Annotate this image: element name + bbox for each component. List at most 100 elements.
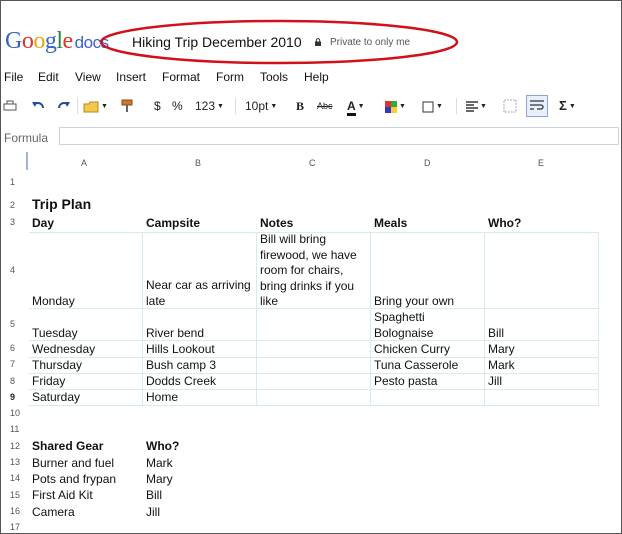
row-header[interactable]: 3 — [10, 217, 15, 227]
merge-cells-icon[interactable] — [503, 99, 517, 113]
row-header[interactable]: 1 — [10, 177, 15, 187]
cell-meals[interactable]: Pesto pasta — [374, 374, 437, 388]
chevron-down-icon: ▼ — [357, 102, 365, 110]
menu-help[interactable]: Help — [304, 70, 329, 84]
row-header-selected[interactable]: 9 — [10, 392, 15, 402]
cell-gear-item[interactable]: Pots and frypan — [32, 472, 116, 486]
cell-who[interactable]: Mary — [488, 342, 515, 356]
cell-campsite[interactable]: Dodds Creek — [146, 374, 216, 388]
currency-format-button[interactable]: $ — [154, 97, 161, 115]
cell-gear-who[interactable]: Bill — [146, 488, 162, 502]
row-header[interactable]: 13 — [10, 457, 20, 467]
gridline — [29, 389, 599, 390]
paint-format-button[interactable]: ▼ — [83, 97, 108, 115]
cell-day[interactable]: Thursday — [32, 358, 82, 372]
bold-button[interactable]: B — [296, 97, 304, 115]
cell-meals[interactable]: Tuna Casserole — [374, 358, 458, 372]
header-gear-who[interactable]: Who? — [146, 439, 179, 453]
logo-letter: G — [5, 28, 22, 54]
header-who[interactable]: Who? — [488, 216, 521, 230]
font-size-dropdown[interactable]: 10pt ▼ — [245, 97, 277, 115]
menu-file[interactable]: File — [4, 70, 23, 84]
column-header-e[interactable]: E — [538, 158, 544, 168]
cell-day[interactable]: Friday — [32, 374, 65, 388]
cell-gear-item[interactable]: First Aid Kit — [32, 488, 93, 502]
cell-meals[interactable]: Bring your own — [374, 294, 454, 308]
cell-notes[interactable]: Bill will bring firewood, we have room f… — [260, 232, 368, 310]
row-header[interactable]: 14 — [10, 473, 20, 483]
column-header-c[interactable]: C — [309, 158, 316, 168]
cell-gear-who[interactable]: Mark — [146, 456, 173, 470]
header-campsite[interactable]: Campsite — [146, 216, 200, 230]
cell-day[interactable]: Monday — [32, 294, 75, 308]
row-header[interactable]: 11 — [10, 424, 19, 434]
redo-icon[interactable] — [57, 100, 71, 112]
text-color-dropdown[interactable]: A ▼ — [347, 97, 365, 116]
cell-gear-who[interactable]: Mary — [146, 472, 173, 486]
cell-meals[interactable]: Chicken Curry — [374, 342, 450, 356]
cell-campsite[interactable]: Hills Lookout — [146, 342, 215, 356]
wrap-text-button[interactable] — [526, 95, 548, 117]
functions-dropdown[interactable]: Σ ▼ — [559, 97, 576, 115]
row-header[interactable]: 8 — [10, 376, 15, 386]
row-header[interactable]: 7 — [10, 359, 15, 369]
percent-format-button[interactable]: % — [172, 97, 183, 115]
cell-campsite[interactable]: Home — [146, 390, 178, 404]
highlight-annotation — [99, 19, 459, 65]
toolbar-separator — [77, 98, 78, 114]
paint-roller-icon[interactable] — [119, 98, 135, 114]
column-header-d[interactable]: D — [424, 158, 431, 168]
align-dropdown[interactable]: ▼ — [466, 97, 487, 115]
row-header[interactable]: 6 — [10, 343, 15, 353]
menu-tools[interactable]: Tools — [260, 70, 288, 84]
row-header[interactable]: 15 — [10, 490, 20, 500]
header-meals[interactable]: Meals — [374, 216, 407, 230]
column-header-a[interactable]: A — [81, 158, 87, 168]
cell-gear-who[interactable]: Jill — [146, 505, 160, 519]
column-header-b[interactable]: B — [195, 158, 201, 168]
fill-color-icon — [385, 100, 397, 113]
menu-view[interactable]: View — [75, 70, 101, 84]
row-header[interactable]: 2 — [10, 200, 15, 210]
sigma-icon: Σ — [559, 98, 567, 113]
header-shared-gear[interactable]: Shared Gear — [32, 439, 103, 453]
menu-edit[interactable]: Edit — [38, 70, 59, 84]
cell-who[interactable]: Jill — [488, 374, 502, 388]
borders-dropdown[interactable]: ▼ — [422, 97, 443, 115]
google-docs-logo[interactable]: Google docs — [5, 28, 109, 55]
number-format-dropdown[interactable]: 123 ▼ — [195, 97, 224, 115]
row-header[interactable]: 16 — [10, 506, 20, 516]
formula-label: Formula — [4, 131, 49, 145]
chevron-down-icon: ▼ — [568, 102, 576, 110]
row-header[interactable]: 5 — [10, 319, 15, 329]
menu-form[interactable]: Form — [216, 70, 244, 84]
cell-campsite[interactable]: Near car as arriving late — [146, 278, 258, 309]
selection-indicator — [26, 152, 28, 170]
header-day[interactable]: Day — [32, 216, 54, 230]
cell-gear-item[interactable]: Camera — [32, 505, 75, 519]
fill-color-dropdown[interactable]: ▼ — [385, 97, 406, 115]
cell-campsite[interactable]: River bend — [146, 326, 204, 340]
strikethrough-button[interactable]: Abc — [317, 97, 333, 115]
cell-gear-item[interactable]: Burner and fuel — [32, 456, 114, 470]
cell-day[interactable]: Saturday — [32, 390, 80, 404]
cell-day[interactable]: Wednesday — [32, 342, 95, 356]
logo-letter: o — [21, 28, 34, 54]
menu-insert[interactable]: Insert — [116, 70, 146, 84]
menu-format[interactable]: Format — [162, 70, 200, 84]
row-header[interactable]: 10 — [10, 408, 20, 418]
cell-campsite[interactable]: Bush camp 3 — [146, 358, 216, 372]
print-icon[interactable] — [3, 100, 17, 112]
cell-who[interactable]: Bill — [488, 326, 504, 340]
row-header[interactable]: 4 — [10, 265, 15, 275]
row-header[interactable]: 17 — [10, 522, 20, 532]
row-header[interactable]: 12 — [10, 441, 20, 451]
cell-who[interactable]: Mark — [488, 358, 515, 372]
cell-day[interactable]: Tuesday — [32, 326, 78, 340]
undo-icon[interactable] — [31, 100, 45, 112]
sheet-title[interactable]: Trip Plan — [32, 196, 91, 212]
gridline — [29, 405, 599, 406]
formula-input[interactable] — [59, 127, 619, 145]
header-notes[interactable]: Notes — [260, 216, 293, 230]
cell-meals[interactable]: Spaghetti Bolognaise — [374, 310, 482, 341]
